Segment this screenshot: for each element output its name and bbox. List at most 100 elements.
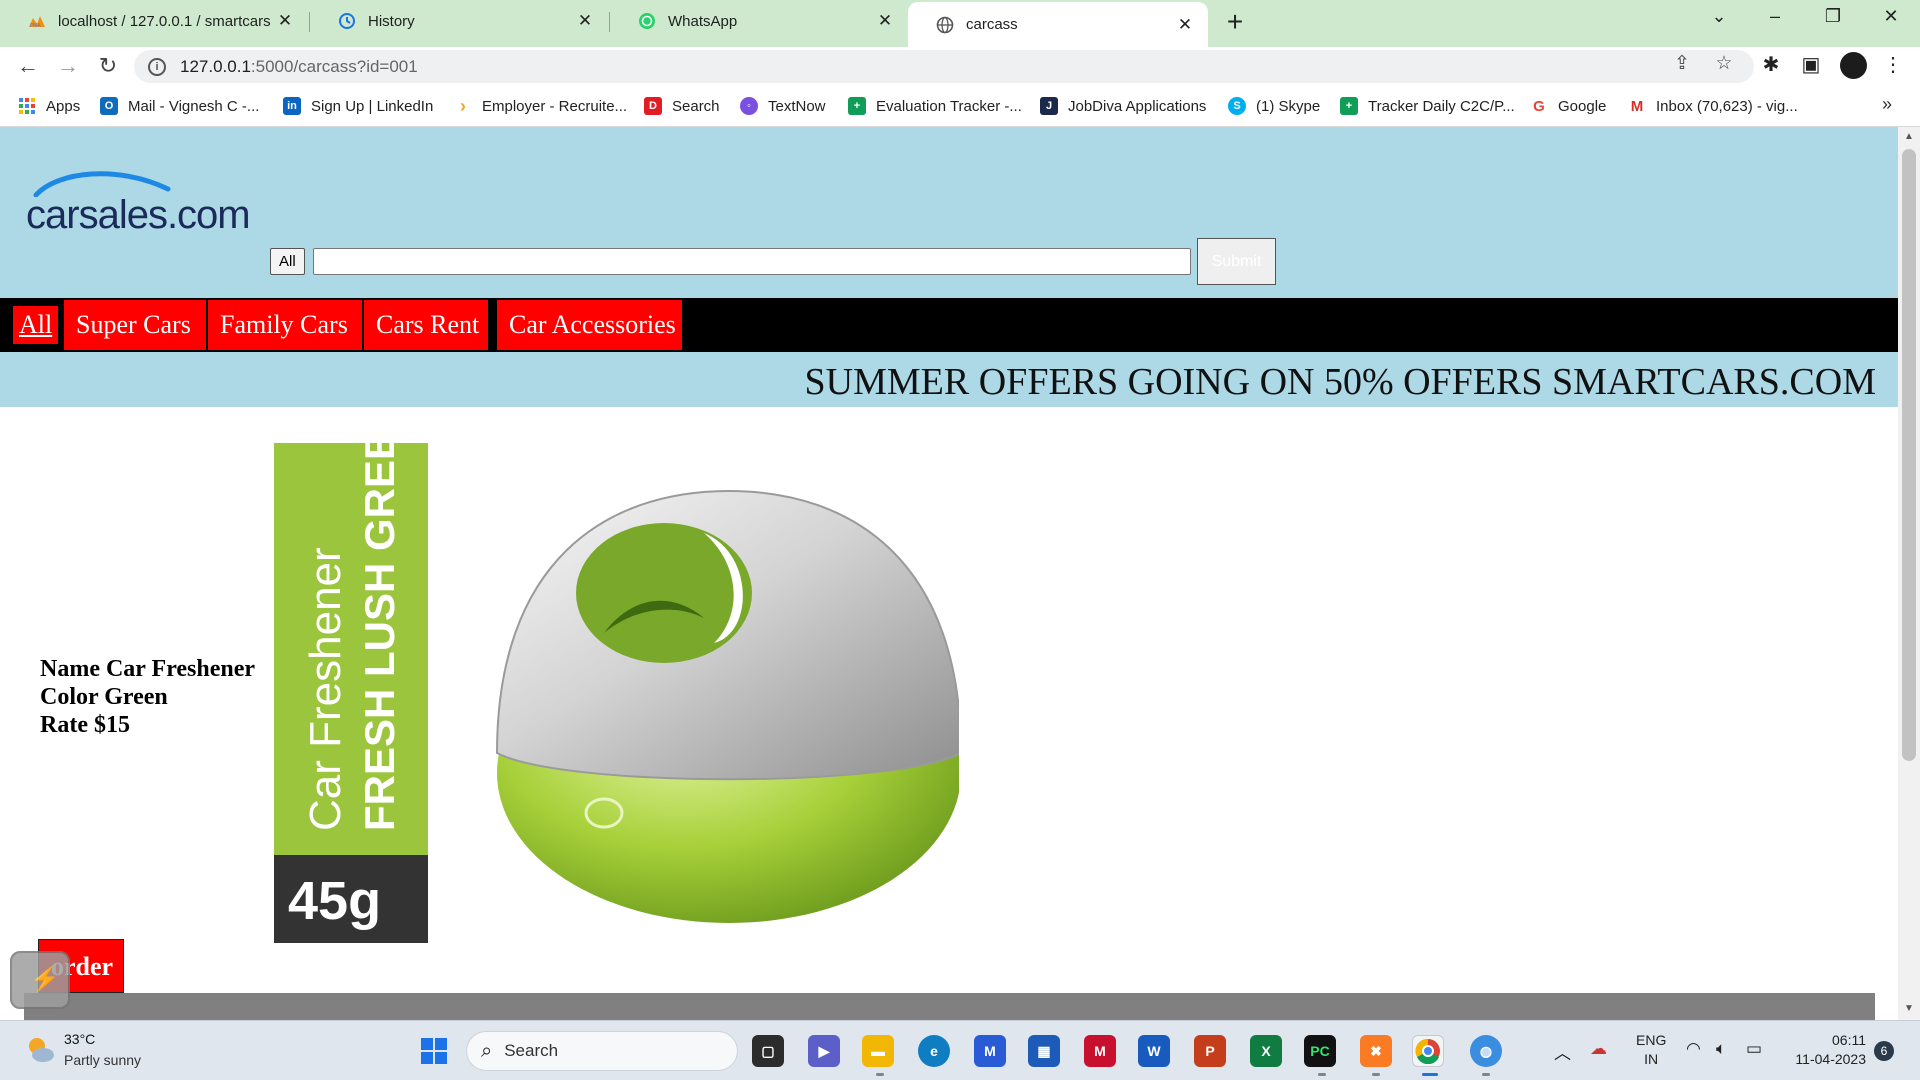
running-indicator <box>876 1073 884 1076</box>
bookmark-evaluation-tracker[interactable]: + Evaluation Tracker -... <box>848 95 1022 117</box>
search-icon: ⌕ <box>481 1039 493 1062</box>
edge-icon[interactable]: e <box>918 1035 950 1067</box>
bookmark-label: JobDiva Applications <box>1068 97 1207 115</box>
running-indicator <box>1318 1073 1326 1076</box>
word-icon[interactable]: W <box>1138 1035 1170 1067</box>
taskbar-search-label: Search <box>504 1041 559 1060</box>
page-scrollbar[interactable]: ▲ ▼ <box>1898 127 1920 1020</box>
input-language[interactable]: ENG IN <box>1636 1031 1666 1069</box>
restore-window-icon[interactable]: ❐ <box>1818 6 1848 27</box>
windows-start-icon[interactable] <box>418 1035 450 1067</box>
bookmark-label: (1) Skype <box>1256 97 1321 115</box>
teams-chat-icon[interactable]: ▶ <box>808 1035 840 1067</box>
show-hidden-icons-chevron-icon[interactable]: ︿ <box>1554 1039 1571 1064</box>
extensions-puzzle-icon[interactable]: ✱ <box>1758 52 1784 77</box>
tab-whatsapp[interactable]: WhatsApp ✕ <box>610 0 908 42</box>
profile-avatar[interactable] <box>1840 52 1867 79</box>
network-globe-app-icon[interactable]: ◍ <box>1470 1035 1502 1067</box>
excel-icon[interactable]: X <box>1250 1035 1282 1067</box>
bookmark-skype[interactable]: S (1) Skype <box>1228 95 1320 117</box>
scroll-up-icon[interactable]: ▲ <box>1902 131 1916 142</box>
close-window-icon[interactable]: ✕ <box>1876 6 1906 27</box>
nav-car-accessories[interactable]: Car Accessories <box>497 300 682 350</box>
forward-button[interactable]: → <box>54 53 82 79</box>
bookmark-apps[interactable]: Apps <box>18 95 80 117</box>
whatsapp-icon <box>638 12 656 30</box>
tab-history[interactable]: History ✕ <box>310 0 608 42</box>
bookmark-star-icon[interactable]: ☆ <box>1712 52 1736 75</box>
taskbar-search[interactable]: ⌕ Search <box>466 1031 738 1071</box>
address-bar[interactable]: i 127.0.0.1:5000/carcass?id=001 <box>134 50 1754 83</box>
back-button[interactable]: ← <box>14 53 42 79</box>
textnow-icon: ◦ <box>740 97 758 115</box>
nav-family-cars[interactable]: Family Cars <box>208 300 362 350</box>
region-code: IN <box>1644 1051 1659 1067</box>
notification-badge[interactable]: 6 <box>1874 1041 1894 1061</box>
reload-button[interactable]: ↻ <box>94 53 122 79</box>
bookmark-tracker-daily[interactable]: + Tracker Daily C2C/P... <box>1340 95 1515 117</box>
share-icon[interactable]: ⇪ <box>1670 52 1694 75</box>
chrome-icon[interactable] <box>1412 1035 1444 1067</box>
bookmark-google[interactable]: G Google <box>1530 95 1606 117</box>
wifi-icon[interactable]: ◠ <box>1686 1039 1701 1059</box>
nav-all[interactable]: All <box>13 306 59 344</box>
file-explorer-icon[interactable]: ▬ <box>862 1035 894 1067</box>
xampp-icon[interactable]: ✖ <box>1360 1035 1392 1067</box>
close-tab-icon[interactable]: ✕ <box>1174 15 1196 35</box>
bookmark-mail[interactable]: O Mail - Vignesh C -... <box>100 95 259 117</box>
nav-super-cars[interactable]: Super Cars <box>64 300 206 350</box>
nav-cars-rent[interactable]: Cars Rent <box>364 300 488 350</box>
weather-temperature[interactable]: 33°C <box>64 1031 95 1047</box>
more-bookmarks-icon[interactable]: » <box>1882 94 1892 115</box>
tab-label: localhost / 127.0.0.1 / smartcars | <box>58 12 274 30</box>
onedrive-sync-error-icon[interactable]: ☁ <box>1590 1039 1607 1059</box>
site-logo[interactable]: carsales.com <box>26 167 256 237</box>
mcafee-icon[interactable]: M <box>1084 1035 1116 1067</box>
search-input[interactable] <box>313 248 1191 275</box>
close-tab-icon[interactable]: ✕ <box>574 11 596 31</box>
powerpoint-icon[interactable]: P <box>1194 1035 1226 1067</box>
bookmark-textnow[interactable]: ◦ TextNow <box>740 95 826 117</box>
bookmark-jobdiva[interactable]: J JobDiva Applications <box>1040 95 1206 117</box>
category-select[interactable]: All <box>270 248 305 275</box>
bookmark-label: Google <box>1558 97 1607 115</box>
scrollbar-thumb[interactable] <box>1902 149 1916 761</box>
system-clock[interactable]: 06:11 11-04-2023 <box>1786 1031 1866 1069</box>
product-rate: Rate $15 <box>40 712 130 738</box>
task-view-icon[interactable]: ▢ <box>752 1035 784 1067</box>
bookmark-employer[interactable]: › Employer - Recruite... <box>454 95 627 117</box>
azure-data-studio-icon[interactable]: M <box>974 1035 1006 1067</box>
battery-icon[interactable]: ▭ <box>1746 1039 1762 1059</box>
close-tab-icon[interactable]: ✕ <box>874 11 896 31</box>
bookmark-inbox[interactable]: M Inbox (70,623) - vig... <box>1628 95 1798 117</box>
close-tab-icon[interactable]: ✕ <box>274 11 296 31</box>
url-text[interactable]: 127.0.0.1:5000/carcass?id=001 <box>180 57 418 77</box>
floating-widget-icon[interactable]: ⚡ <box>10 951 70 1009</box>
bookmark-label: Tracker Daily C2C/P... <box>1368 97 1515 115</box>
pycharm-icon[interactable]: PC <box>1304 1035 1336 1067</box>
bookmark-label: Employer - Recruite... <box>482 97 628 115</box>
category-nav: All Super Cars Family Cars Cars Rent Car… <box>0 298 1898 352</box>
bookmark-label: Mail - Vignesh C -... <box>128 97 260 115</box>
tab-carcass[interactable]: carcass ✕ <box>908 2 1208 47</box>
package-strip <box>274 443 428 855</box>
jobdiva-icon: J <box>1040 97 1058 115</box>
site-info-icon[interactable]: i <box>148 57 166 76</box>
gmail-icon: M <box>1630 97 1644 115</box>
bookmark-linkedin[interactable]: in Sign Up | LinkedIn <box>283 95 433 117</box>
chrome-menu-icon[interactable]: ⋮ <box>1880 52 1906 77</box>
side-panel-icon[interactable]: ▣ <box>1798 52 1824 77</box>
product-image: Car Freshener FRESH LUSH GREEN 45g <box>274 443 959 943</box>
new-tab-button[interactable]: + <box>1220 6 1250 38</box>
scroll-down-icon[interactable]: ▼ <box>1902 1003 1916 1014</box>
partly-sunny-icon[interactable] <box>24 1034 56 1066</box>
minimize-window-icon[interactable]: – <box>1760 6 1790 27</box>
tab-search-dropdown-icon[interactable]: ⌄ <box>1704 6 1734 27</box>
weather-description[interactable]: Partly sunny <box>64 1052 141 1068</box>
bookmark-search[interactable]: D Search <box>644 95 720 117</box>
speaker-muted-icon[interactable]: 🔈︎ <box>1716 1039 1726 1059</box>
microsoft-store-icon[interactable]: ▦ <box>1028 1035 1060 1067</box>
bookmark-label: Inbox (70,623) - vig... <box>1656 97 1798 115</box>
submit-button[interactable]: Submit <box>1197 238 1276 285</box>
tab-phpmyadmin[interactable]: PMA localhost / 127.0.0.1 / smartcars | … <box>0 0 308 42</box>
